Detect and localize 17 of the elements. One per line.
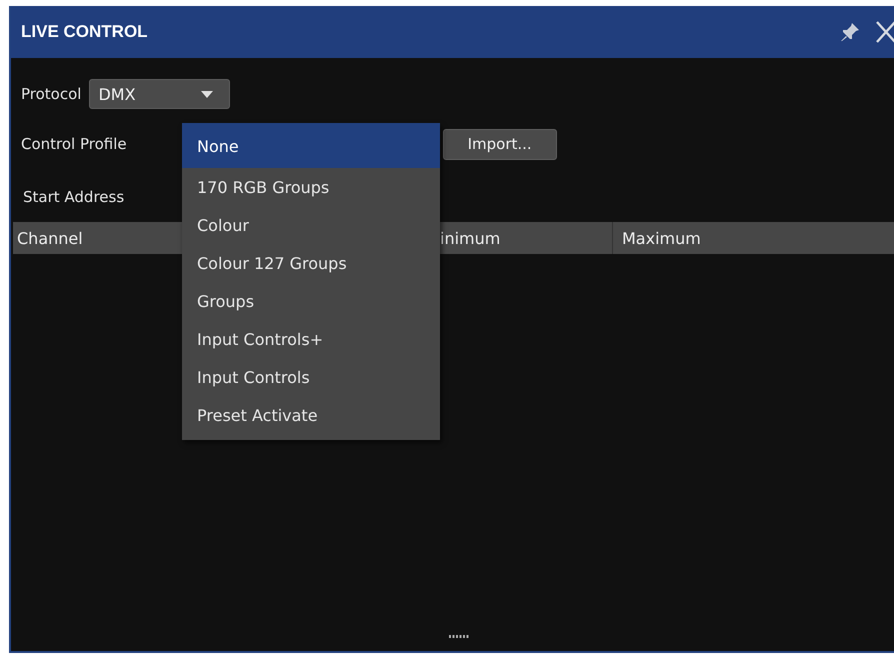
- dropdown-option[interactable]: Preset Activate: [182, 396, 440, 434]
- start-address-label: Start Address: [22, 188, 124, 206]
- dropdown-option[interactable]: Input Controls+: [182, 320, 440, 358]
- import-button[interactable]: Import...: [442, 128, 557, 160]
- window-title: LIVE CONTROL: [21, 22, 148, 42]
- dropdown-option[interactable]: Input Controls: [182, 358, 440, 396]
- caret-icon: [201, 90, 214, 98]
- protocol-label: Protocol: [20, 85, 82, 103]
- close-icon[interactable]: [875, 20, 894, 44]
- dropdown-option[interactable]: 170 RGB Groups: [182, 168, 440, 206]
- pin-icon[interactable]: [839, 21, 861, 43]
- column-header[interactable]: Maximum: [613, 222, 894, 254]
- control-profile-label: Control Profile: [20, 135, 127, 153]
- resize-grip-icon[interactable]: [449, 635, 469, 639]
- dropdown-option[interactable]: None: [182, 123, 440, 168]
- protocol-dropdown[interactable]: DMX: [89, 79, 230, 109]
- dropdown-option[interactable]: Groups: [182, 282, 440, 320]
